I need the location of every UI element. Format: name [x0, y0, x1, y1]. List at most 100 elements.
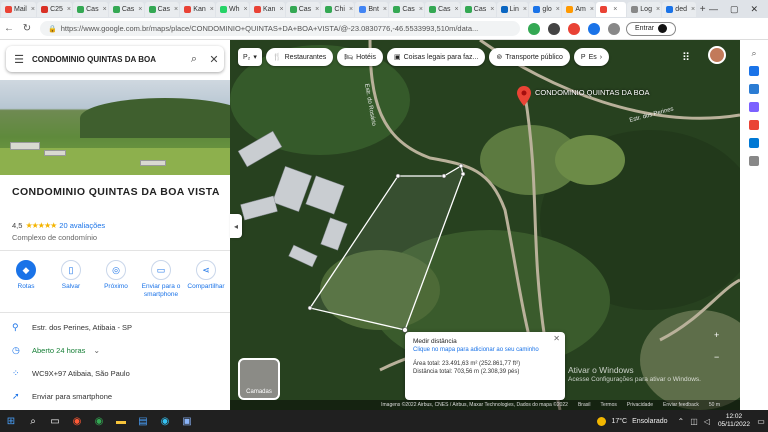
add-icon[interactable] — [749, 156, 759, 166]
browser-tab[interactable]: Kan × — [249, 1, 285, 17]
plus-code-row[interactable]: ⁘ WC9X+97 Atibaia, São Paulo — [12, 368, 222, 379]
address-row[interactable]: ⚲ Estr. dos Perines, Atibaia - SP — [12, 322, 222, 333]
apps-grid-icon[interactable]: ⠿ — [682, 51, 690, 64]
send-to-phone-button[interactable]: ▭ Enviar para o smartphone — [141, 260, 181, 299]
chevron-up-icon[interactable]: ⌃ — [678, 417, 685, 426]
close-tab-icon[interactable]: × — [523, 6, 527, 13]
weather-widget[interactable]: 17°C Ensolarado — [597, 416, 668, 426]
browser-tab[interactable]: Cas × — [285, 1, 321, 17]
send-phone-row[interactable]: ➚ Enviar para smartphone — [12, 391, 222, 402]
close-tab-icon[interactable]: × — [315, 6, 319, 13]
chip-parking[interactable]: P Es › — [573, 48, 610, 66]
browser-tab[interactable]: C25 × — [37, 1, 73, 17]
browser-tab[interactable]: Cas × — [425, 1, 460, 17]
close-tab-icon[interactable]: × — [419, 6, 423, 13]
directions-button[interactable]: ◆ Rotas — [6, 260, 46, 299]
search-input[interactable]: CONDOMINIO QUINTAS DA BOA — [32, 55, 184, 64]
map-canvas[interactable]: Estr. do Rosário Estr. dos Perines P₂ ▾ 🍴… — [230, 40, 740, 410]
browser-tab[interactable]: Lin × — [496, 1, 529, 17]
file-explorer-icon[interactable]: ▬ — [110, 412, 132, 430]
clock[interactable]: 12:02 05/11/2022 — [718, 413, 754, 429]
chip-things-to-do[interactable]: ▣ Coisas legais para faz... — [387, 48, 486, 66]
chip-restaurants[interactable]: 🍴 Restaurantes — [265, 48, 334, 66]
search-icon[interactable]: ⌕ — [22, 412, 44, 430]
close-tab-icon[interactable]: × — [103, 6, 107, 13]
outlook-icon[interactable] — [749, 138, 759, 148]
extension-icon[interactable] — [568, 22, 580, 35]
browser-tab[interactable]: Cas × — [73, 1, 108, 17]
close-tab-icon[interactable]: × — [210, 6, 214, 13]
close-tab-icon[interactable]: × — [490, 6, 494, 13]
store-icon[interactable]: ▤ — [132, 412, 154, 430]
extension-icon[interactable] — [548, 22, 560, 35]
browser-tab[interactable]: glo × — [529, 1, 562, 17]
close-tab-icon[interactable]: × — [31, 6, 35, 13]
tools-icon[interactable] — [749, 84, 759, 94]
chrome-icon[interactable]: ◉ — [88, 412, 110, 430]
close-tab-icon[interactable]: × — [244, 6, 248, 13]
app-icon[interactable]: ▣ — [176, 412, 198, 430]
close-tab-icon[interactable]: × — [656, 6, 660, 13]
browser-tab[interactable]: Cas × — [389, 1, 425, 17]
close-tab-icon[interactable]: × — [67, 6, 71, 13]
close-icon[interactable]: ✕ — [204, 53, 224, 66]
map-type-toggle[interactable]: P₂ ▾ — [238, 48, 262, 66]
extensions-puzzle-icon[interactable] — [608, 22, 620, 35]
browser-tab[interactable]: Kan × — [180, 1, 216, 17]
maximize-icon[interactable]: ▢ — [730, 4, 739, 15]
search-icon[interactable]: ⌕ — [184, 53, 204, 66]
url-field[interactable]: 🔒 https://www.google.com.br/maps/place/CO… — [40, 21, 520, 36]
browser-tab[interactable]: Mail × — [1, 1, 37, 17]
place-photo[interactable] — [0, 80, 230, 175]
reload-icon[interactable]: ↻ — [18, 23, 36, 34]
layers-button[interactable]: Camadas — [238, 358, 280, 400]
close-tab-icon[interactable]: × — [590, 6, 594, 13]
chip-transit[interactable]: ⊚ Transporte público — [489, 48, 570, 66]
back-icon[interactable]: ← — [0, 23, 18, 34]
extension-icon[interactable] — [588, 22, 600, 35]
close-tab-icon[interactable]: × — [279, 6, 283, 13]
new-tab-button[interactable]: + — [696, 4, 709, 15]
close-tab-icon[interactable]: × — [613, 6, 617, 13]
shopping-icon[interactable] — [749, 66, 759, 76]
browser-tab[interactable]: × — [596, 1, 627, 17]
browser-tab[interactable]: ded × — [662, 1, 697, 17]
search-icon[interactable]: ⌕ — [749, 48, 759, 58]
office-icon[interactable] — [749, 120, 759, 130]
browser-tab[interactable]: Cas × — [144, 1, 180, 17]
close-tab-icon[interactable]: × — [138, 6, 142, 13]
browser-tab[interactable]: Am × — [562, 1, 596, 17]
share-button[interactable]: ⋖ Compartilhar — [186, 260, 226, 299]
games-icon[interactable] — [749, 102, 759, 112]
task-view-icon[interactable]: ▭ — [44, 412, 66, 430]
windows-start-icon[interactable]: ⊞ — [0, 412, 22, 430]
browser-tab[interactable]: Log × — [627, 1, 662, 17]
browser-tab[interactable]: Cas × — [108, 1, 144, 17]
signin-button[interactable]: Entrar — [626, 21, 677, 36]
network-icon[interactable]: ◫ — [690, 417, 698, 426]
browser-tab[interactable]: Chi × — [321, 1, 355, 17]
nearby-button[interactable]: ◎ Próximo — [96, 260, 136, 299]
avatar[interactable] — [708, 46, 726, 64]
notifications-icon[interactable]: ▭ — [754, 417, 768, 426]
collapse-panel-button[interactable]: ◂ — [230, 214, 242, 238]
location-pin-icon[interactable] — [517, 86, 531, 106]
close-icon[interactable]: ✕ — [750, 4, 758, 15]
close-tab-icon[interactable]: × — [455, 6, 459, 13]
volume-icon[interactable]: ◁ — [704, 417, 710, 426]
browser-tab[interactable]: Bnt × — [355, 1, 389, 17]
edge-icon[interactable]: ◉ — [66, 412, 88, 430]
browser-tab[interactable]: Wh × — [216, 1, 249, 17]
save-button[interactable]: ▯ Salvar — [51, 260, 91, 299]
maps-extension-icon[interactable] — [528, 22, 540, 35]
close-tab-icon[interactable]: × — [691, 6, 695, 13]
close-icon[interactable]: ✕ — [553, 335, 560, 343]
close-tab-icon[interactable]: × — [383, 6, 387, 13]
place-category[interactable]: Complexo de condomínio — [12, 233, 97, 242]
pin-label[interactable]: CONDOMINIO QUINTAS DA BOA — [535, 88, 649, 97]
reviews-link[interactable]: 20 avaliações — [59, 221, 105, 230]
zoom-in-icon[interactable]: + — [714, 330, 719, 340]
close-tab-icon[interactable]: × — [349, 6, 353, 13]
close-tab-icon[interactable]: × — [174, 6, 178, 13]
edge-icon[interactable]: ◉ — [154, 412, 176, 430]
